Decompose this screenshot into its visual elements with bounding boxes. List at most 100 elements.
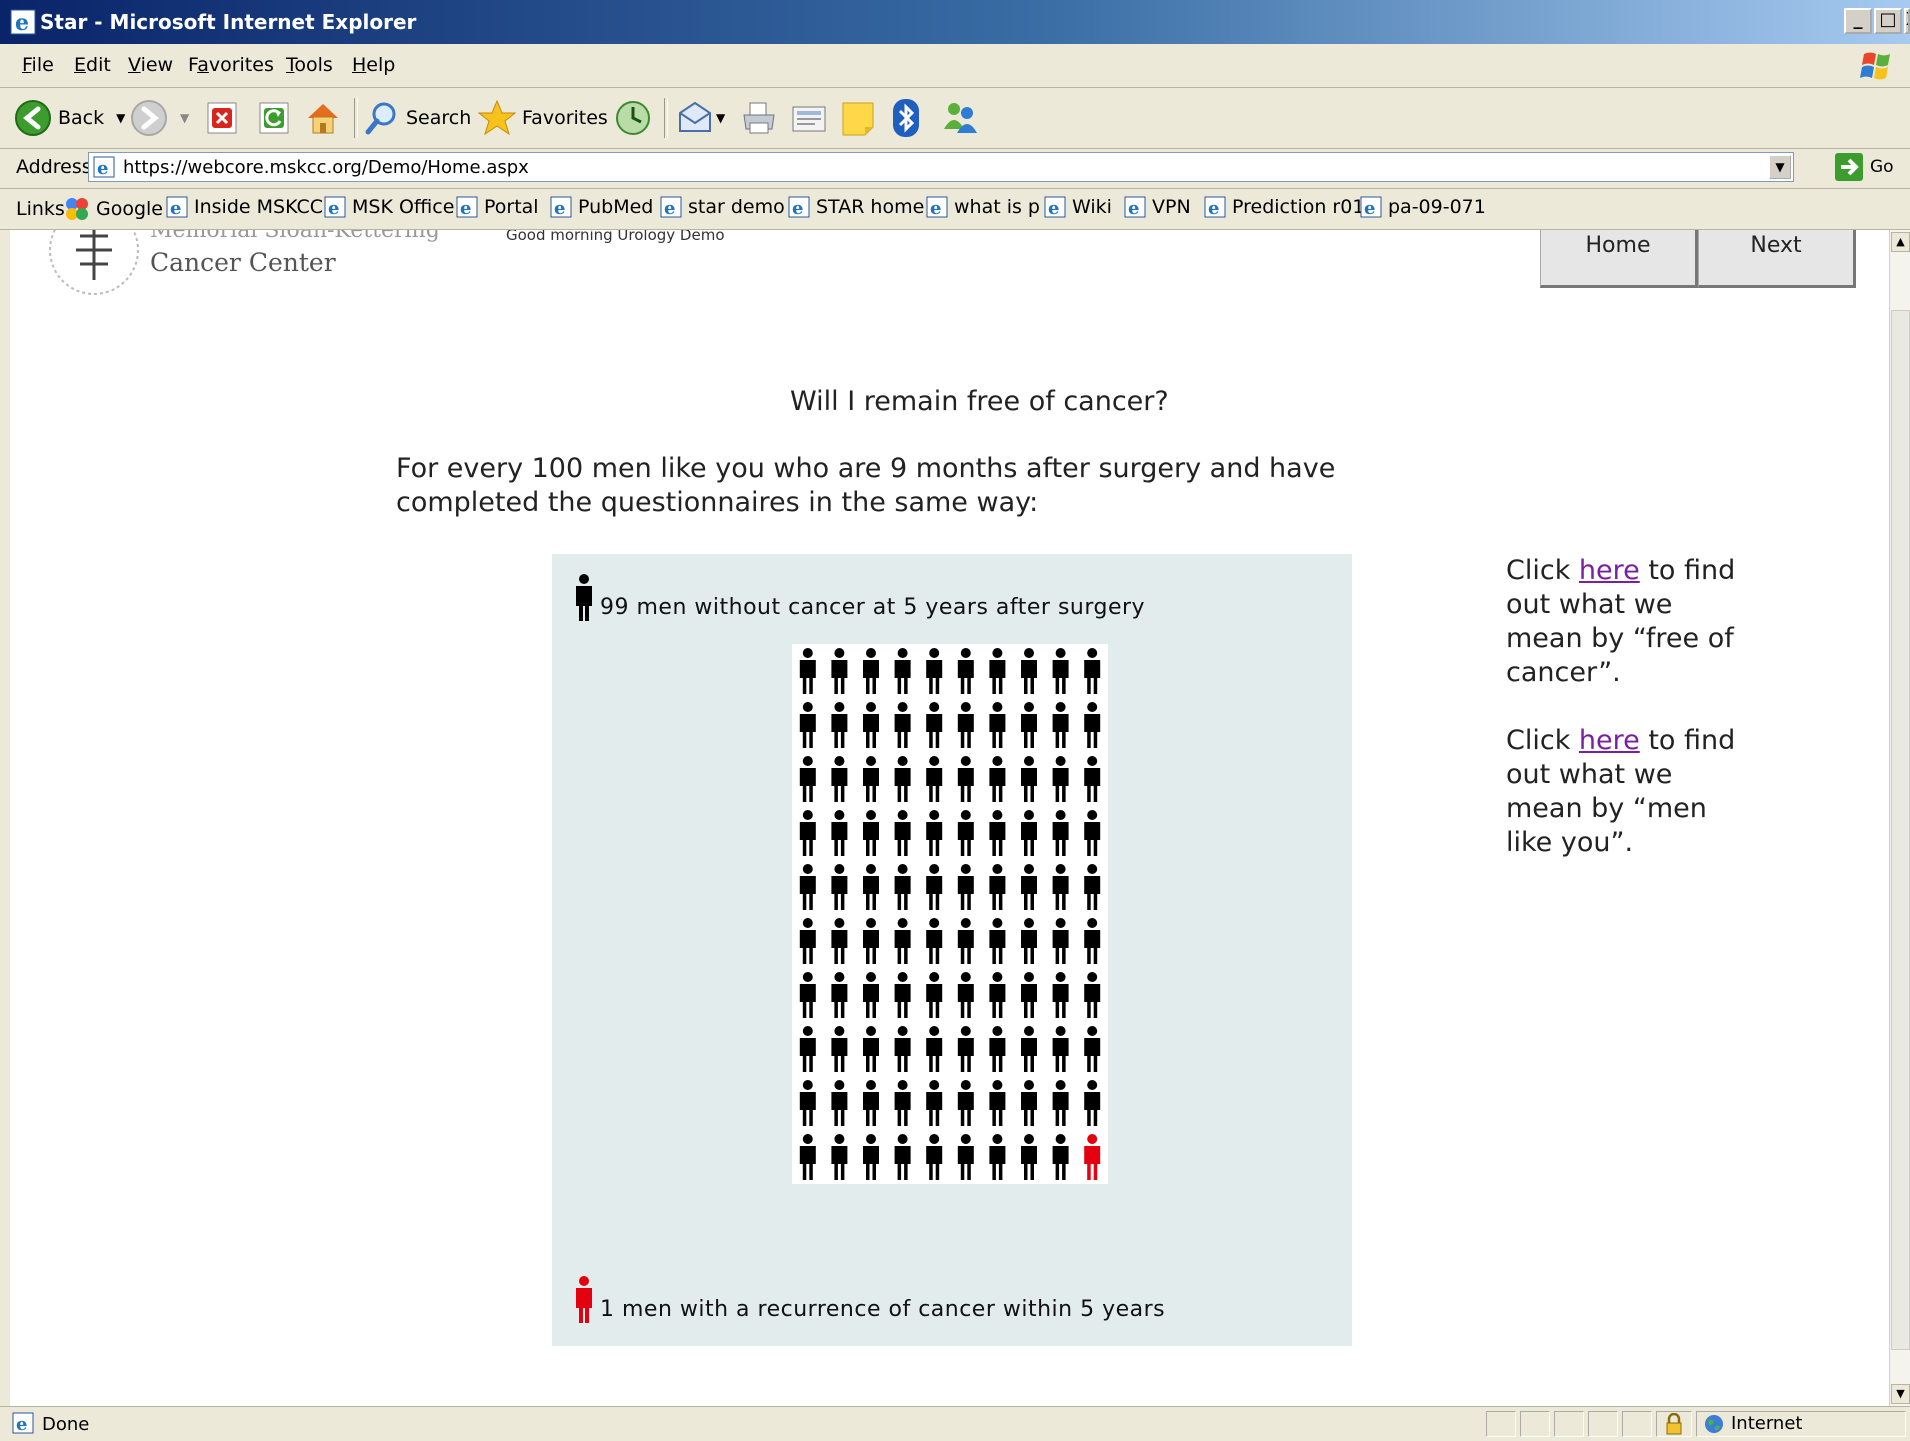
link-label: PubMed — [578, 196, 654, 218]
scroll-up-button[interactable]: ▲ — [1891, 232, 1910, 252]
maximize-button[interactable]: □ — [1874, 8, 1902, 34]
legend-without-label: 99 men without cancer at 5 years after s… — [600, 595, 1146, 620]
man-icon-without-cancer — [989, 972, 1006, 1018]
address-input[interactable]: e https://webcore.mskcc.org/Demo/Home.as… — [88, 152, 1794, 182]
man-icon-without-cancer — [831, 702, 848, 748]
man-icon-without-cancer — [1021, 702, 1037, 748]
menu-favorites[interactable]: Favorites — [188, 54, 274, 76]
menu-file[interactable]: File — [22, 54, 54, 76]
favorites-button[interactable]: Favorites — [478, 96, 608, 140]
man-icon-without-cancer — [799, 972, 816, 1018]
discuss-button[interactable] — [840, 96, 876, 140]
ie-page-icon: e — [1360, 196, 1382, 218]
link-google[interactable]: Google — [64, 196, 163, 222]
man-icon-without-cancer — [1084, 1026, 1101, 1072]
security-cell — [1656, 1411, 1692, 1437]
man-icon-without-cancer — [894, 972, 911, 1018]
svg-text:e: e — [1208, 198, 1219, 218]
man-icon-without-cancer — [1084, 918, 1101, 964]
man-icon-without-cancer — [957, 1080, 974, 1126]
man-icon-without-cancer — [1021, 648, 1037, 694]
link-inside-mskcc[interactable]: e Inside MSKCC — [166, 196, 323, 218]
man-icon-without-cancer — [989, 648, 1006, 694]
minimize-button[interactable]: _ — [1844, 8, 1872, 34]
menu-view[interactable]: View — [128, 54, 173, 76]
favorites-star-icon — [478, 99, 516, 136]
scroll-down-button[interactable]: ▼ — [1891, 1384, 1910, 1404]
ie-page-icon: e — [660, 196, 682, 218]
messenger-button[interactable] — [940, 96, 980, 140]
svg-text:e: e — [1048, 198, 1059, 218]
go-button[interactable]: Go — [1834, 152, 1894, 182]
link-wiki[interactable]: e Wiki — [1044, 196, 1112, 218]
menu-tools[interactable]: Tools — [286, 54, 333, 76]
menu-bar: File Edit View Favorites Tools Help — [0, 44, 1910, 88]
back-label: Back — [58, 107, 105, 129]
legend-with-label: 1 men with a recurrence of cancer within… — [600, 1297, 1166, 1322]
address-dropdown-button[interactable]: ▼ — [1769, 155, 1791, 179]
refresh-button[interactable] — [258, 96, 290, 140]
ie-page-icon: e — [456, 196, 478, 218]
man-icon-black — [576, 574, 592, 621]
ie-page-icon: e — [1204, 196, 1226, 218]
forward-button[interactable]: ▼ — [130, 96, 189, 140]
home-button[interactable] — [304, 96, 342, 140]
vertical-scrollbar[interactable]: ▲ ▼ — [1889, 230, 1910, 1406]
back-dropdown-icon[interactable]: ▼ — [116, 111, 125, 125]
man-icon-with-recurrence — [1084, 1134, 1101, 1180]
link-pubmed[interactable]: e PubMed — [550, 196, 653, 218]
link-what-is-p[interactable]: e what is p — [926, 196, 1040, 218]
internet-globe-icon — [1705, 1415, 1723, 1433]
mail-dropdown-icon[interactable]: ▼ — [716, 111, 725, 125]
man-icon-without-cancer — [894, 1026, 911, 1072]
search-button[interactable]: Search — [364, 96, 471, 140]
free-of-cancer-link[interactable]: here — [1579, 555, 1640, 586]
print-button[interactable] — [740, 96, 778, 140]
man-icon-without-cancer — [1084, 972, 1101, 1018]
man-icon-without-cancer — [894, 810, 911, 856]
man-icon-without-cancer — [863, 648, 879, 694]
men-like-you-link[interactable]: here — [1579, 725, 1640, 756]
man-icon-without-cancer — [799, 1134, 816, 1180]
title-bar[interactable]: e Star - Microsoft Internet Explorer _ □… — [0, 0, 1910, 44]
search-icon — [365, 102, 396, 135]
man-icon-without-cancer — [989, 1080, 1006, 1126]
man-icon-without-cancer — [1052, 1026, 1069, 1072]
link-prediction-r01[interactable]: e Prediction r01 — [1204, 196, 1364, 218]
link-label: Portal — [484, 196, 539, 218]
man-icon-without-cancer — [799, 1026, 816, 1072]
forward-dropdown-icon[interactable]: ▼ — [180, 111, 189, 125]
link-star-home[interactable]: e STAR home — [788, 196, 924, 218]
menu-edit[interactable]: Edit — [74, 54, 111, 76]
scroll-thumb[interactable] — [1891, 310, 1910, 1350]
status-cell — [1486, 1411, 1516, 1437]
link-star-demo[interactable]: e star demo — [660, 196, 785, 218]
man-icon-without-cancer — [831, 1134, 848, 1180]
home-nav-button[interactable]: Home — [1540, 230, 1698, 288]
svg-text:e: e — [792, 198, 803, 218]
edit-button[interactable] — [790, 96, 828, 140]
link-vpn[interactable]: e VPN — [1124, 196, 1191, 218]
link-msk-office[interactable]: e MSK Office — [324, 196, 454, 218]
man-icon-without-cancer — [799, 1080, 816, 1126]
link-pa-09-071[interactable]: e pa-09-071 — [1360, 196, 1486, 218]
mail-button[interactable]: ▼ — [676, 96, 725, 140]
back-arrow-icon — [15, 100, 51, 136]
link-label: Inside MSKCC — [194, 196, 324, 218]
link-label: star demo — [688, 196, 785, 218]
back-button[interactable]: Back ▼ — [14, 96, 125, 140]
status-cell — [1588, 1411, 1618, 1437]
window-title: Star - Microsoft Internet Explorer — [40, 10, 417, 34]
menu-help[interactable]: Help — [352, 54, 395, 76]
stop-icon — [207, 102, 237, 134]
stop-button[interactable] — [206, 96, 238, 140]
history-button[interactable] — [614, 96, 652, 140]
note-text: Click — [1506, 555, 1579, 586]
legend-with-recurrence: 1 men with a recurrence of cancer within… — [574, 1276, 1165, 1324]
close-button[interactable]: X — [1904, 8, 1910, 34]
link-portal[interactable]: e Portal — [456, 196, 539, 218]
bluetooth-button[interactable] — [892, 96, 920, 140]
man-icon-without-cancer — [1084, 648, 1101, 694]
man-icon-without-cancer — [957, 918, 974, 964]
next-nav-button[interactable]: Next — [1698, 230, 1856, 288]
